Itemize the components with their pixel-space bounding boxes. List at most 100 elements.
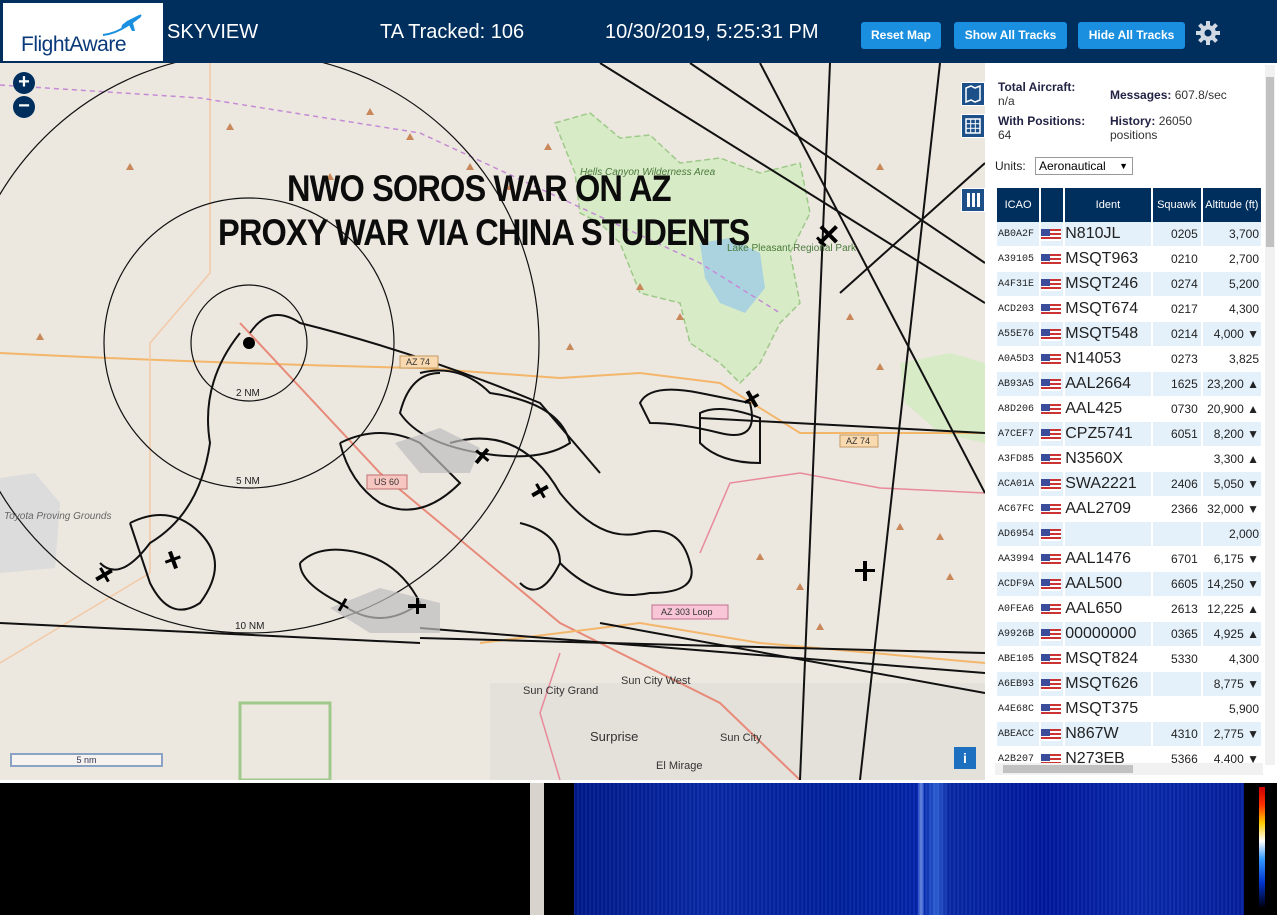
- flag-cell: [1041, 747, 1064, 763]
- table-row[interactable]: A55E76 MSQT548 0214 4,000 ▼: [997, 322, 1261, 347]
- altitude-cell: 2,000: [1202, 522, 1261, 547]
- squawk-cell: 0214: [1152, 322, 1201, 347]
- squawk-cell: 0217: [1152, 297, 1201, 322]
- aircraft-table-container[interactable]: ICAO Ident Squawk Altitude (ft) AB0A2F N8…: [995, 188, 1263, 763]
- altitude-cell: 32,000 ▼: [1202, 497, 1261, 522]
- squawk-cell: 6701: [1152, 547, 1201, 572]
- flag-cell: [1041, 347, 1064, 372]
- col-flag[interactable]: [1041, 188, 1064, 222]
- squawk-cell: 6605: [1152, 572, 1201, 597]
- flightaware-logo[interactable]: FlightAware: [3, 3, 163, 61]
- altitude-cell: 4,300: [1202, 297, 1261, 322]
- show-all-tracks-button[interactable]: Show All Tracks: [954, 22, 1067, 49]
- selected-area: [395, 428, 480, 473]
- label-sun-city-grand: Sun City Grand: [523, 685, 598, 697]
- horizontal-scrollbar[interactable]: [995, 763, 1263, 775]
- zoom-in-button[interactable]: +: [13, 72, 35, 94]
- stat-messages-label: Messages:: [1110, 88, 1172, 102]
- ident-cell: [1065, 522, 1151, 547]
- us-flag-icon: [1041, 478, 1062, 491]
- road-az303: [479, 621, 985, 664]
- us-flag-icon: [1041, 378, 1062, 391]
- table-row[interactable]: ACD203 MSQT674 0217 4,300: [997, 297, 1261, 322]
- overlay-line-2: PROXY WAR VIA CHINA STUDENTS: [218, 212, 750, 253]
- us-flag-icon: [1041, 678, 1062, 691]
- us-flag-icon: [1041, 728, 1062, 741]
- flag-cell: [1041, 372, 1064, 397]
- ident-cell: MSQT548: [1065, 322, 1151, 347]
- table-row[interactable]: A0A5D3 N14053 0273 3,825: [997, 347, 1261, 372]
- gear-icon[interactable]: [1195, 20, 1221, 46]
- col-ident[interactable]: Ident: [1065, 188, 1151, 222]
- ident-cell: MSQT674: [1065, 297, 1151, 322]
- altitude-cell: 14,250 ▼: [1202, 572, 1261, 597]
- table-row[interactable]: A4F31E MSQT246 0274 5,200: [997, 272, 1261, 297]
- col-altitude[interactable]: Altitude (ft): [1202, 188, 1261, 222]
- table-row[interactable]: AC67FC AAL2709 2366 32,000 ▼: [997, 497, 1261, 522]
- table-row[interactable]: A7CEF7 CPZ5741 6051 8,200 ▼: [997, 422, 1261, 447]
- table-row[interactable]: AA3994 AAL1476 6701 6,175 ▼: [997, 547, 1261, 572]
- hide-all-tracks-button[interactable]: Hide All Tracks: [1078, 22, 1185, 49]
- table-row[interactable]: AD6954 2,000: [997, 522, 1261, 547]
- receiver-location: [243, 337, 255, 349]
- reset-map-button[interactable]: Reset Map: [861, 22, 941, 49]
- table-row[interactable]: ACA01A SWA2221 2406 5,050 ▼: [997, 472, 1261, 497]
- signal-band: [918, 783, 924, 915]
- stat-total-aircraft-value: n/a: [998, 94, 1015, 108]
- range-label-2nm: 2 NM: [236, 388, 260, 399]
- altitude-cell: 5,200: [1202, 272, 1261, 297]
- table-row[interactable]: A3FD85 N3560X 3,300 ▲: [997, 447, 1261, 472]
- layers-map-button[interactable]: [961, 82, 985, 106]
- table-row[interactable]: A2B207 N273EB 5366 4,400 ▼: [997, 747, 1261, 763]
- table-row[interactable]: ABEACC N867W 4310 2,775 ▼: [997, 722, 1261, 747]
- scroll-thumb[interactable]: [1003, 765, 1133, 773]
- grid-toggle-button[interactable]: [961, 114, 985, 138]
- altitude-cell: 3,300 ▲: [1202, 447, 1261, 472]
- label-sun-city: Sun City: [720, 732, 762, 744]
- icao-cell: ACD203: [997, 297, 1040, 322]
- icao-cell: A9926B: [997, 622, 1040, 647]
- info-button[interactable]: i: [954, 747, 976, 769]
- squawk-cell: [1152, 522, 1201, 547]
- ident-cell: N14053: [1065, 347, 1151, 372]
- table-row[interactable]: A0FEA6 AAL650 2613 12,225 ▲: [997, 597, 1261, 622]
- table-row[interactable]: A4E68C MSQT375 5,900: [997, 697, 1261, 722]
- col-icao[interactable]: ICAO: [997, 188, 1040, 222]
- ident-cell: N810JL: [1065, 222, 1151, 247]
- icao-cell: AB0A2F: [997, 222, 1040, 247]
- us-flag-icon: [1041, 428, 1062, 441]
- table-row[interactable]: AB93A5 AAL2664 1625 23,200 ▲: [997, 372, 1261, 397]
- label-toyota: Toyota Proving Grounds: [4, 511, 111, 522]
- units-select[interactable]: Aeronautical ▼: [1035, 157, 1133, 175]
- stat-history: History: 26050 positions: [1110, 114, 1220, 142]
- stat-with-positions: With Positions: 64: [998, 114, 1118, 142]
- vertical-scrollbar[interactable]: [1265, 65, 1275, 765]
- aircraft-table-body: AB0A2F N810JL 0205 3,700 A39105 MSQT963 0210 2,…: [997, 222, 1261, 763]
- table-row[interactable]: AB0A2F N810JL 0205 3,700: [997, 222, 1261, 247]
- squawk-cell: 0210: [1152, 247, 1201, 272]
- zoom-out-button[interactable]: −: [13, 96, 35, 118]
- table-row[interactable]: ABE105 MSQT824 5330 4,300: [997, 647, 1261, 672]
- icao-cell: ABEACC: [997, 722, 1040, 747]
- label-sun-city-west: Sun City West: [621, 675, 691, 687]
- columns-toggle-button[interactable]: [961, 188, 985, 212]
- date-time: 10/30/2019, 5:25:31 PM: [605, 21, 819, 43]
- ident-cell: AAL2709: [1065, 497, 1151, 522]
- table-row[interactable]: A6EB93 MSQT626 8,775 ▼: [997, 672, 1261, 697]
- scroll-thumb[interactable]: [1266, 77, 1274, 247]
- road-shield-us60: US 60: [374, 477, 399, 487]
- altitude-cell: 8,200 ▼: [1202, 422, 1261, 447]
- range-rings: [0, 63, 540, 634]
- table-row[interactable]: A8D206 AAL425 0730 20,900 ▲: [997, 397, 1261, 422]
- table-row[interactable]: ACDF9A AAL500 6605 14,250 ▼: [997, 572, 1261, 597]
- altitude-cell: 3,825: [1202, 347, 1261, 372]
- map-view[interactable]: 2 NM 5 NM 10 NM Lake Pleasant Regional P…: [0, 63, 985, 780]
- ident-cell: AAL1476: [1065, 547, 1151, 572]
- flag-cell: [1041, 222, 1064, 247]
- icao-cell: ABE105: [997, 647, 1040, 672]
- col-squawk[interactable]: Squawk: [1152, 188, 1201, 222]
- altitude-cell: 6,175 ▼: [1202, 547, 1261, 572]
- table-row[interactable]: A9926B 00000000 0365 4,925 ▲: [997, 622, 1261, 647]
- table-row[interactable]: A39105 MSQT963 0210 2,700: [997, 247, 1261, 272]
- grid-icon: [965, 118, 981, 134]
